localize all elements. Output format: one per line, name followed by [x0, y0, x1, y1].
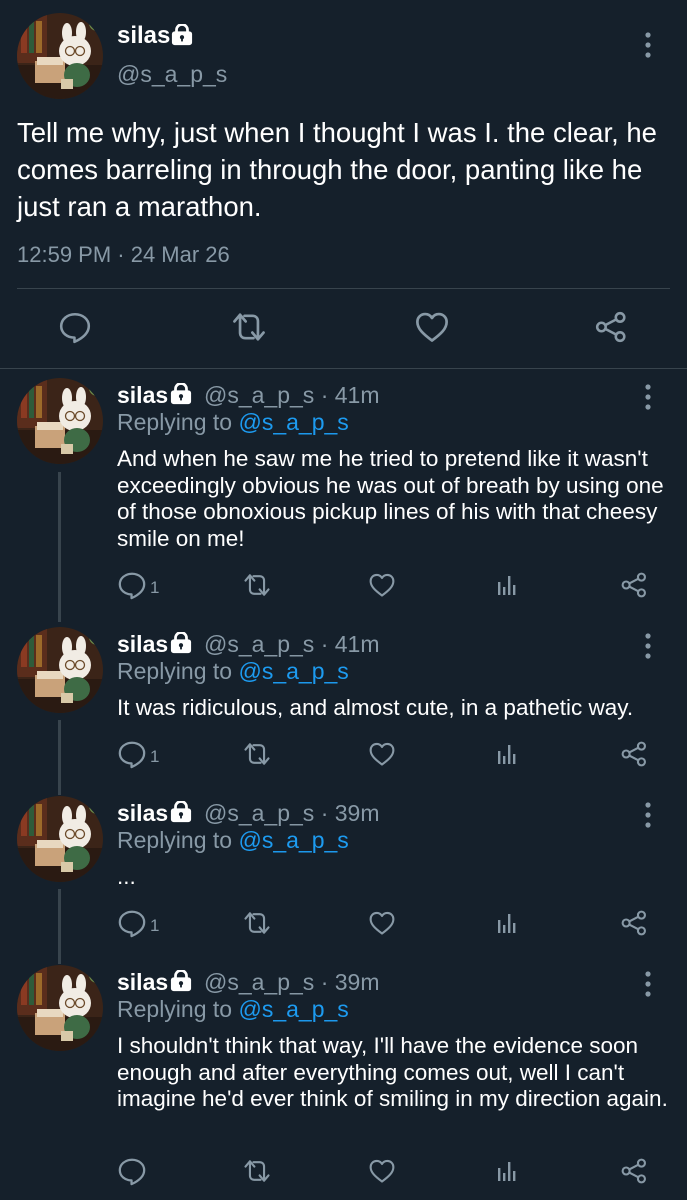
heart-icon[interactable]: [368, 740, 396, 768]
replying-to-handle[interactable]: @s_a_p_s: [238, 996, 348, 1022]
heart-icon[interactable]: [368, 1157, 396, 1185]
replying-to-label: Replying to: [117, 409, 239, 435]
replying-to-label: Replying to: [117, 827, 239, 853]
reply-tweet[interactable]: silas @s_a_p_s · 41m Replying to @s_a_p_…: [0, 366, 687, 616]
tweet-text: Tell me why, just when I thought I was I…: [17, 117, 657, 222]
avatar[interactable]: [17, 627, 103, 713]
reply-button[interactable]: 1: [117, 908, 167, 938]
author-handle-time[interactable]: @s_a_p_s · 41m: [204, 382, 380, 409]
replying-to-handle[interactable]: @s_a_p_s: [238, 827, 348, 853]
author-handle[interactable]: @s_a_p_s: [117, 61, 227, 88]
comment-icon[interactable]: [117, 1156, 147, 1186]
retweet-icon[interactable]: [242, 740, 272, 768]
replying-to-label: Replying to: [117, 658, 239, 684]
reply-tweet[interactable]: silas @s_a_p_s · 39m Replying to @s_a_p_…: [0, 784, 687, 954]
replying-to: Replying to @s_a_p_s: [117, 409, 349, 436]
analytics-icon[interactable]: [495, 573, 519, 597]
reply-text: It was ridiculous, and almost cute, in a…: [117, 695, 634, 720]
replying-to: Replying to @s_a_p_s: [117, 996, 349, 1023]
reply-text: And when he saw me he tried to pretend l…: [117, 446, 664, 551]
analytics-icon[interactable]: [495, 911, 519, 935]
reply-count: 1: [150, 747, 160, 766]
avatar[interactable]: [17, 378, 103, 464]
reply-button[interactable]: 1: [117, 739, 167, 769]
lock-icon: [170, 632, 192, 654]
reply-text: I shouldn't think that way, I'll have th…: [117, 1033, 668, 1111]
author-name[interactable]: silas: [117, 969, 168, 996]
reply-count: 1: [150, 916, 160, 935]
comment-icon[interactable]: [57, 310, 93, 344]
author-handle-time[interactable]: @s_a_p_s · 39m: [204, 969, 380, 996]
reply-tweet[interactable]: silas @s_a_p_s · 41m Replying to @s_a_p_…: [0, 615, 687, 785]
tweet-timestamp[interactable]: 12:59 PM · 24 Mar 26: [17, 242, 230, 268]
more-vertical-icon[interactable]: [642, 382, 654, 412]
heart-icon[interactable]: [368, 571, 396, 599]
more-vertical-icon[interactable]: [642, 969, 654, 999]
lock-icon: [170, 383, 192, 405]
more-vertical-icon[interactable]: [642, 30, 654, 60]
replying-to: Replying to @s_a_p_s: [117, 658, 349, 685]
retweet-icon[interactable]: [242, 909, 272, 937]
author-handle-time[interactable]: @s_a_p_s · 39m: [204, 800, 380, 827]
reply-count: 1: [150, 578, 160, 597]
lock-icon: [171, 24, 193, 46]
author-name[interactable]: silas: [117, 631, 168, 658]
more-vertical-icon[interactable]: [642, 800, 654, 830]
retweet-icon[interactable]: [242, 571, 272, 599]
avatar[interactable]: [17, 13, 103, 99]
replying-to-label: Replying to: [117, 996, 239, 1022]
author-name[interactable]: silas: [117, 800, 168, 827]
lock-icon: [170, 801, 192, 823]
share-icon[interactable]: [620, 571, 648, 599]
reply-text: ...: [117, 864, 136, 889]
heart-icon[interactable]: [414, 310, 450, 344]
share-icon[interactable]: [620, 740, 648, 768]
lock-icon: [170, 970, 192, 992]
replying-to-handle[interactable]: @s_a_p_s: [238, 409, 348, 435]
comment-icon[interactable]: [117, 739, 147, 769]
replying-to-handle[interactable]: @s_a_p_s: [238, 658, 348, 684]
analytics-icon[interactable]: [495, 1159, 519, 1183]
retweet-icon[interactable]: [230, 310, 268, 344]
more-vertical-icon[interactable]: [642, 631, 654, 661]
comment-icon[interactable]: [117, 908, 147, 938]
heart-icon[interactable]: [368, 909, 396, 937]
avatar[interactable]: [17, 796, 103, 882]
share-icon[interactable]: [620, 909, 648, 937]
comment-icon[interactable]: [117, 570, 147, 600]
avatar[interactable]: [17, 965, 103, 1051]
replying-to: Replying to @s_a_p_s: [117, 827, 349, 854]
divider: [17, 288, 670, 289]
share-icon[interactable]: [620, 1157, 648, 1185]
share-icon[interactable]: [593, 310, 629, 344]
analytics-icon[interactable]: [495, 742, 519, 766]
author-name[interactable]: silas: [117, 382, 168, 409]
reply-button[interactable]: [117, 1156, 167, 1186]
author-handle-time[interactable]: @s_a_p_s · 41m: [204, 631, 380, 658]
reply-tweet[interactable]: silas @s_a_p_s · 39m Replying to @s_a_p_…: [0, 953, 687, 1200]
author-name[interactable]: silas: [117, 22, 170, 50]
retweet-icon[interactable]: [242, 1157, 272, 1185]
reply-button[interactable]: 1: [117, 570, 167, 600]
main-tweet: silas @s_a_p_s Tell me why, just when I …: [0, 0, 687, 369]
